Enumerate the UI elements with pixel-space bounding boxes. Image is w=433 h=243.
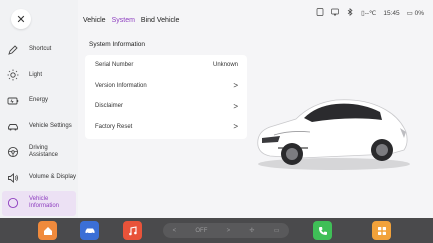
seat-icon[interactable]: ▭ [274,227,280,234]
info-circle-icon [6,196,20,210]
steering-wheel-icon [6,145,20,159]
section-title: System Information [89,41,145,48]
bottom-dock: < OFF > ✢ ▭ [0,218,433,243]
car-app-button[interactable] [80,221,99,240]
factory-reset-row[interactable]: Factory Reset > [85,117,247,138]
close-button[interactable]: ✕ [11,9,31,29]
car-image [257,99,410,170]
serial-number-row: Serial Number Unknown [85,55,247,76]
row-label: Disclaimer [95,103,124,110]
row-label: Factory Reset [95,123,133,130]
pencil-icon [6,43,20,57]
battery-percent: 0% [414,10,424,17]
battery-status-icon: ▭ [406,10,413,17]
sidebar-item-label: Light [29,71,43,78]
system-info-panel: Serial Number Unknown Version Informatio… [85,55,247,139]
sidebar-nav: Shortcut Light Energy Vehicle Settings D… [0,37,78,217]
sidebar-item-energy[interactable]: Energy [0,88,78,114]
climate-value: OFF [195,227,208,234]
row-label: Serial Number [95,62,134,69]
sidebar-item-light[interactable]: Light [0,63,78,89]
close-icon: ✕ [16,13,26,26]
climate-decrease[interactable]: < [173,228,177,234]
sidebar: ✕ Shortcut Light Energy Vehicle Settings [0,0,78,218]
temperature: ▯--℃ [361,9,376,17]
tab-bind-vehicle[interactable]: Bind Vehicle [141,17,180,24]
sidebar-item-volume-display[interactable]: Volume & Display [0,165,78,191]
sidebar-item-label: Vehicle Information [29,196,60,210]
disclaimer-row[interactable]: Disclaimer > [85,96,247,117]
sidebar-item-driving-assistance[interactable]: Driving Assistance [0,139,78,165]
bluetooth-icon [346,8,354,18]
climate-control[interactable]: < OFF > ✢ ▭ [163,223,289,238]
sidebar-item-label: Shortcut [29,46,52,53]
sidebar-item-label: Volume & Display [29,174,77,181]
apps-button[interactable] [372,221,391,240]
apps-grid-icon [377,226,386,235]
sidebar-item-label: Vehicle Settings [29,123,72,130]
main-content: Vehicle System Bind Vehicle ▯--℃ 15:45 ▭… [78,0,433,218]
phone-icon [318,226,327,235]
version-information-row[interactable]: Version Information > [85,76,247,97]
home-icon [43,226,52,235]
row-label: Version Information [95,82,147,89]
music-button[interactable] [123,221,142,240]
temperature-value: --℃ [364,10,377,17]
car-icon [6,120,20,134]
serial-number-value: Unknown [212,62,238,69]
car-app-icon [85,228,94,234]
sidebar-item-shortcut[interactable]: Shortcut [0,37,78,63]
sidebar-item-label: Driving Assistance [29,145,59,159]
screen-icon [316,8,324,18]
climate-increase[interactable]: > [227,228,231,234]
battery-icon [6,94,20,108]
battery-status: ▭ 0% [407,9,424,17]
fan-icon[interactable]: ✢ [249,227,254,234]
chevron-right-icon: > [233,122,238,132]
tab-vehicle[interactable]: Vehicle [83,17,106,24]
message-icon [331,8,339,18]
chevron-right-icon: > [233,101,238,111]
clock: 15:45 [383,9,400,17]
sun-icon [6,68,20,82]
tab-system[interactable]: System [112,17,135,24]
sidebar-item-label: Energy [29,97,49,104]
chevron-right-icon: > [233,81,238,91]
music-note-icon [128,225,137,235]
phone-button[interactable] [313,221,332,240]
sidebar-item-vehicle-settings[interactable]: Vehicle Settings [0,114,78,140]
status-bar: ▯--℃ 15:45 ▭ 0% [316,8,424,18]
sidebar-item-vehicle-information[interactable]: Vehicle Information [2,190,76,217]
speaker-icon [6,171,20,185]
home-button[interactable] [38,221,57,240]
tab-bar: Vehicle System Bind Vehicle [83,17,179,24]
